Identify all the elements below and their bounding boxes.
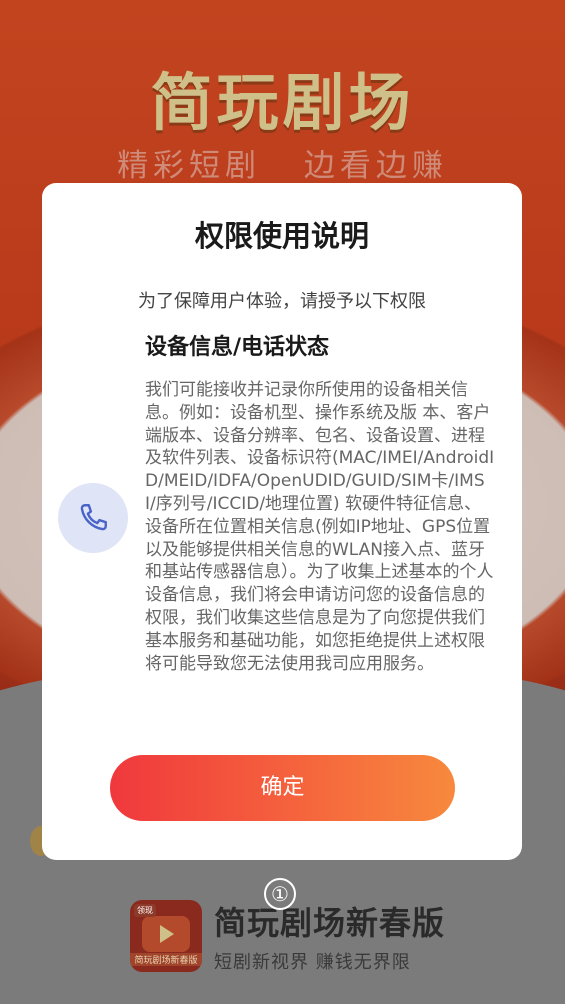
permission-description: 我们可能接收并记录你所使用的设备相关信息。例如：设备机型、操作系统及版 本、客户…	[145, 380, 495, 674]
permission-dialog: 权限使用说明 为了保障用户体验，请授予以下权限 设备信息/电话状态 我们可能接收…	[42, 183, 522, 860]
dialog-title: 权限使用说明	[194, 219, 369, 253]
permission-title: 设备信息/电话状态	[145, 335, 330, 360]
screen: 简玩剧场 精彩短剧 边看边赚 领现 简玩剧场新春版 简玩剧场新春版 短剧新视界 …	[0, 0, 565, 1004]
step-marker: ①	[264, 878, 296, 910]
confirm-button[interactable]: 确定	[110, 755, 455, 821]
phone-icon	[58, 483, 128, 553]
dialog-intro: 为了保障用户体验，请授予以下权限	[138, 291, 426, 312]
